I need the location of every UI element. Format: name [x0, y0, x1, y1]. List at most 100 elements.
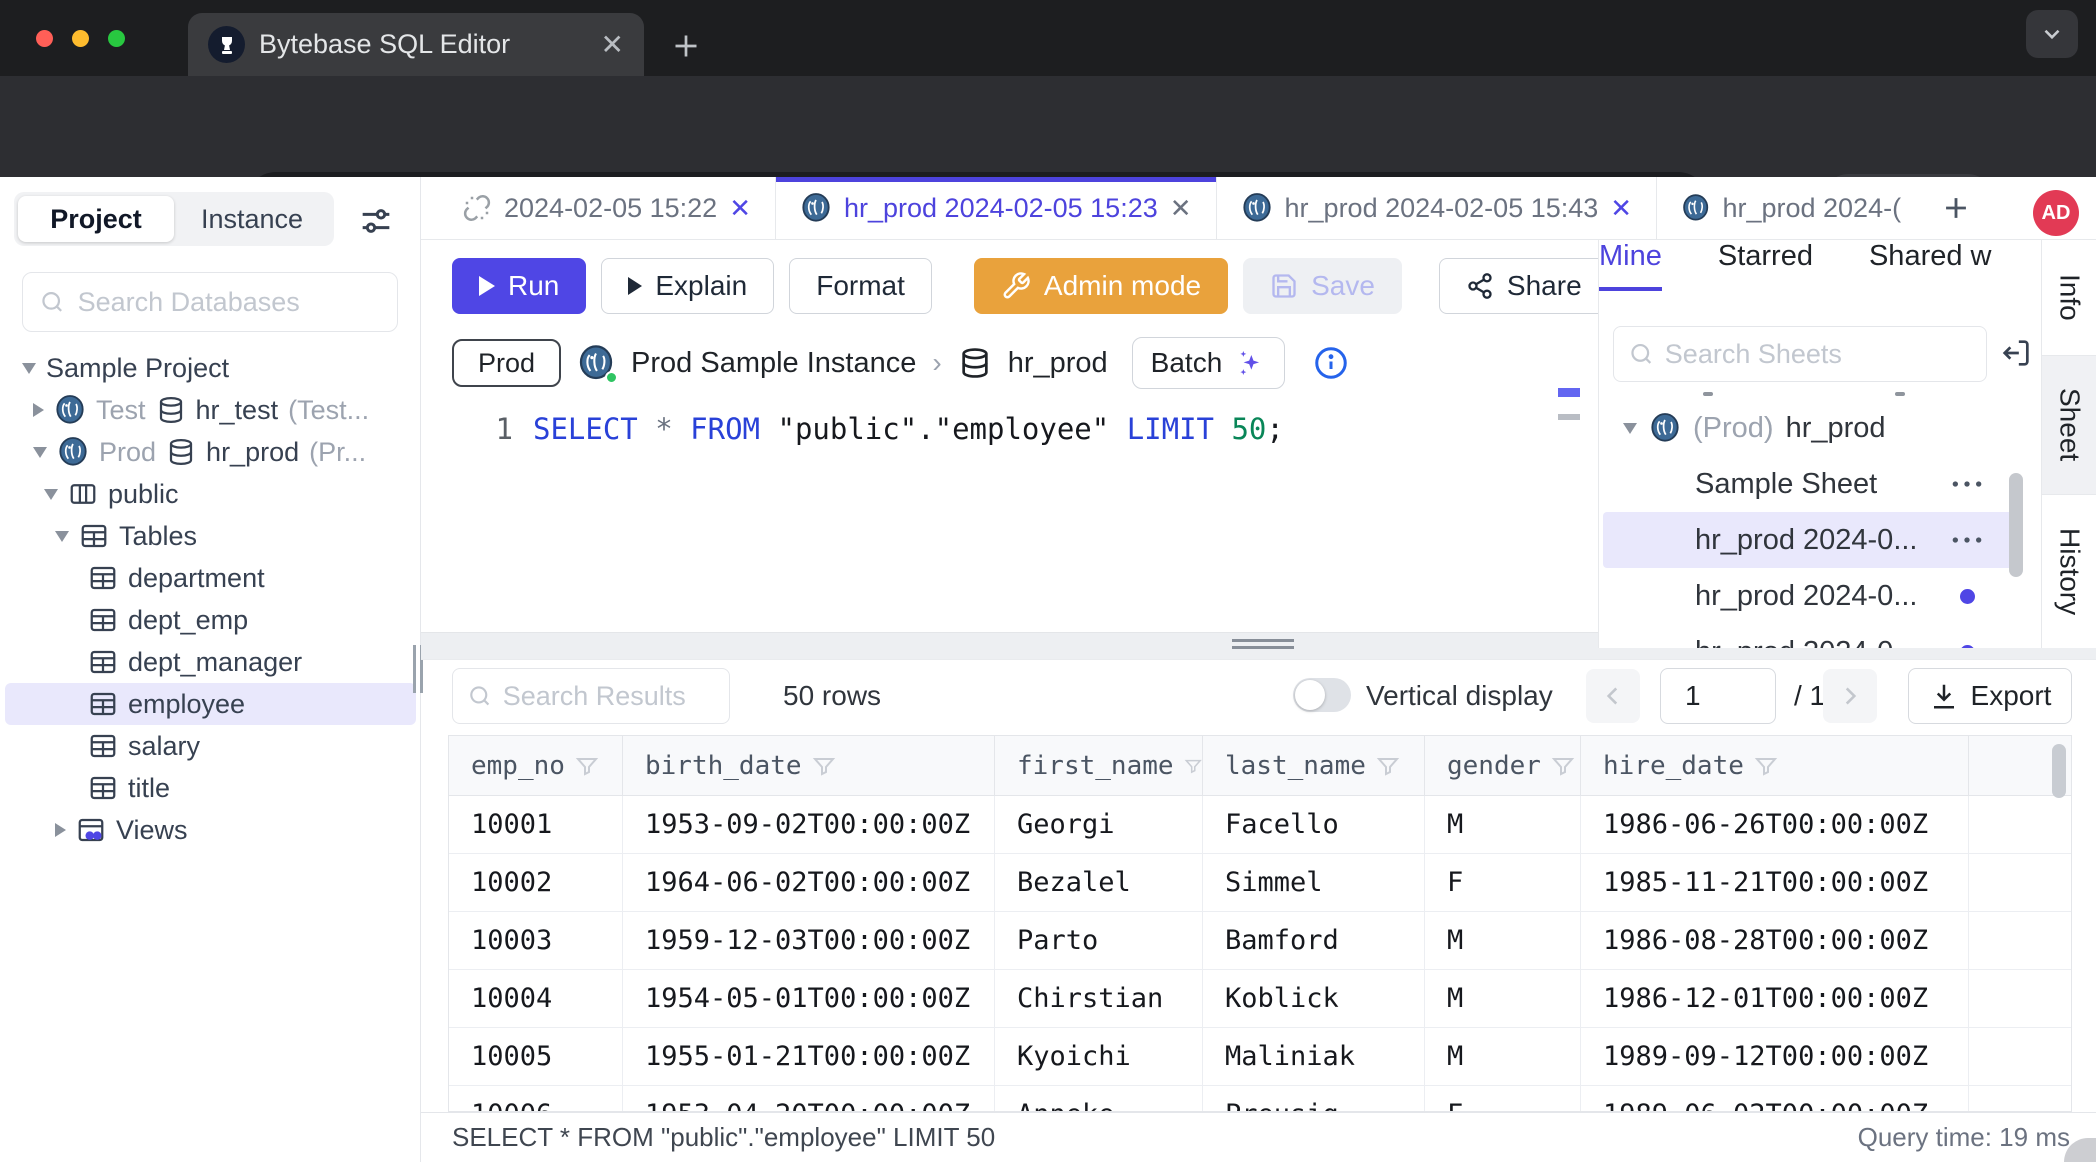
cell[interactable]: 1986-08-28T00:00:00Z	[1581, 912, 1969, 969]
tree-item-tables-group[interactable]: Tables	[5, 515, 416, 557]
sheet-item[interactable]: hr_prod 2024-0...	[1599, 568, 2027, 624]
tree-item-table[interactable]: department	[5, 557, 416, 599]
table-row[interactable]: 100031959-12-03T00:00:00ZPartoBamfordM19…	[449, 912, 2071, 970]
caret-down-icon[interactable]	[33, 447, 47, 458]
cell[interactable]: 1989-06-02T00:00:00Z	[1581, 1086, 1969, 1112]
cell[interactable]: Chirstian	[995, 970, 1203, 1027]
tree-item-table[interactable]: salary	[5, 725, 416, 767]
tab-info[interactable]: Info	[2042, 240, 2096, 355]
cell[interactable]: F	[1425, 854, 1581, 911]
run-button[interactable]: Run	[452, 258, 586, 314]
sheet-tab-3[interactable]: hr_prod 2024-02-05 15:43 ✕	[1217, 177, 1658, 239]
cell[interactable]: 1955-01-21T00:00:00Z	[623, 1028, 995, 1085]
sheet-tab-2-active[interactable]: hr_prod 2024-02-05 15:23 ✕	[776, 177, 1217, 239]
cell[interactable]: 10003	[449, 912, 623, 969]
more-menu-icon[interactable]	[1947, 464, 1987, 504]
browser-tab[interactable]: Bytebase SQL Editor ✕	[188, 13, 644, 76]
tree-item-table-selected[interactable]: employee	[5, 683, 416, 725]
cell[interactable]: 1953-09-02T00:00:00Z	[623, 796, 995, 853]
tree-item-views-group[interactable]: Views	[5, 809, 416, 851]
cell[interactable]: 10004	[449, 970, 623, 1027]
save-button[interactable]: Save	[1243, 258, 1402, 314]
sheet-tab-4[interactable]: hr_prod 2024-(	[1657, 177, 1925, 239]
filter-settings-icon[interactable]	[356, 201, 396, 241]
cell[interactable]: Anneke	[995, 1086, 1203, 1112]
cell[interactable]: 10002	[449, 854, 623, 911]
table-row[interactable]: 100051955-01-21T00:00:00ZKyoichiMaliniak…	[449, 1028, 2071, 1086]
tree-item-table[interactable]: dept_emp	[5, 599, 416, 641]
table-row[interactable]: 100021964-06-02T00:00:00ZBezalelSimmelF1…	[449, 854, 2071, 912]
cell[interactable]: 1986-06-26T00:00:00Z	[1581, 796, 1969, 853]
user-avatar[interactable]: AD	[2033, 190, 2079, 236]
cell[interactable]: Bamford	[1203, 912, 1425, 969]
cell[interactable]: M	[1425, 912, 1581, 969]
cell[interactable]: Preusig	[1203, 1086, 1425, 1112]
admin-mode-button[interactable]: Admin mode	[974, 258, 1228, 314]
cell[interactable]: 1985-11-21T00:00:00Z	[1581, 854, 1969, 911]
table-row[interactable]: 100011953-09-02T00:00:00ZGeorgiFacelloM1…	[449, 796, 2071, 854]
tree-item-project[interactable]: Sample Project	[5, 347, 416, 389]
sort-icon[interactable]	[1184, 754, 1202, 778]
column-header[interactable]: emp_no	[449, 736, 623, 795]
cell[interactable]: 1986-12-01T00:00:00Z	[1581, 970, 1969, 1027]
sheet-group-row[interactable]: (Prod) hr_prod	[1599, 400, 2027, 456]
sort-icon[interactable]	[1754, 754, 1778, 778]
cell[interactable]: 10001	[449, 796, 623, 853]
cell[interactable]: Bezalel	[995, 854, 1203, 911]
tab-mine[interactable]: Mine	[1599, 240, 1662, 291]
next-page-button[interactable]	[1823, 669, 1877, 723]
cell[interactable]: 1989-09-12T00:00:00Z	[1581, 1028, 1969, 1085]
column-header[interactable]: gender	[1425, 736, 1581, 795]
caret-down-icon[interactable]	[1623, 423, 1637, 434]
cell[interactable]: M	[1425, 796, 1581, 853]
page-number-input[interactable]	[1660, 668, 1776, 724]
cell[interactable]: F	[1425, 1086, 1581, 1112]
sheet-item[interactable]: Sample Sheet	[1599, 456, 2027, 512]
column-header[interactable]: first_name	[995, 736, 1203, 795]
prev-page-button[interactable]	[1586, 669, 1640, 723]
tree-item-prod-db[interactable]: Prod hr_prod (Pr...	[5, 431, 416, 473]
browser-tab-close-icon[interactable]: ✕	[601, 31, 624, 59]
collapse-panel-icon[interactable]	[1999, 336, 2033, 370]
sort-icon[interactable]	[1376, 754, 1400, 778]
info-icon[interactable]	[1313, 345, 1349, 381]
caret-down-icon[interactable]	[55, 531, 69, 542]
tree-item-table[interactable]: title	[5, 767, 416, 809]
sort-icon[interactable]	[812, 754, 836, 778]
search-results-input[interactable]	[503, 681, 715, 712]
table-scrollbar-thumb[interactable]	[2052, 744, 2066, 798]
explain-button[interactable]: Explain	[601, 258, 774, 314]
tree-item-schema-public[interactable]: public	[5, 473, 416, 515]
tab-shared[interactable]: Shared w	[1869, 240, 1992, 291]
vertical-display-toggle[interactable]	[1293, 678, 1351, 712]
cell[interactable]: Simmel	[1203, 854, 1425, 911]
close-tab-icon[interactable]: ✕	[729, 193, 751, 224]
sql-code-line[interactable]: SELECT * FROM "public"."employee" LIMIT …	[533, 412, 1284, 446]
divider-drag-handle[interactable]	[1232, 639, 1294, 653]
close-tab-icon[interactable]: ✕	[1610, 193, 1632, 224]
cell[interactable]: Kyoichi	[995, 1028, 1203, 1085]
sort-icon[interactable]	[1551, 754, 1575, 778]
search-sheets-input[interactable]	[1665, 339, 1972, 370]
sort-icon[interactable]	[575, 754, 599, 778]
cell[interactable]: 1953-04-20T00:00:00Z	[623, 1086, 995, 1112]
caret-right-icon[interactable]	[33, 403, 44, 417]
table-row[interactable]: 100041954-05-01T00:00:00ZChirstianKoblic…	[449, 970, 2071, 1028]
cell[interactable]: Maliniak	[1203, 1028, 1425, 1085]
tab-search-chevron-button[interactable]	[2026, 10, 2078, 58]
export-button[interactable]: Export	[1908, 668, 2072, 724]
sheets-scrollbar-thumb[interactable]	[2009, 473, 2023, 577]
more-menu-icon[interactable]	[1947, 520, 1987, 560]
batch-button[interactable]: Batch	[1132, 337, 1286, 389]
tree-item-table[interactable]: dept_manager	[5, 641, 416, 683]
database-name[interactable]: hr_prod	[1008, 347, 1108, 380]
sheet-item-partial[interactable]: hr_prod 2024-0	[1599, 624, 2027, 648]
tab-instance[interactable]: Instance	[174, 196, 330, 242]
cell[interactable]: M	[1425, 970, 1581, 1027]
close-tab-icon[interactable]: ✕	[1170, 193, 1192, 224]
window-minimize-light[interactable]	[72, 30, 89, 47]
cell[interactable]: Koblick	[1203, 970, 1425, 1027]
column-header[interactable]: last_name	[1203, 736, 1425, 795]
column-header[interactable]: hire_date	[1581, 736, 1969, 795]
cell[interactable]: 1959-12-03T00:00:00Z	[623, 912, 995, 969]
